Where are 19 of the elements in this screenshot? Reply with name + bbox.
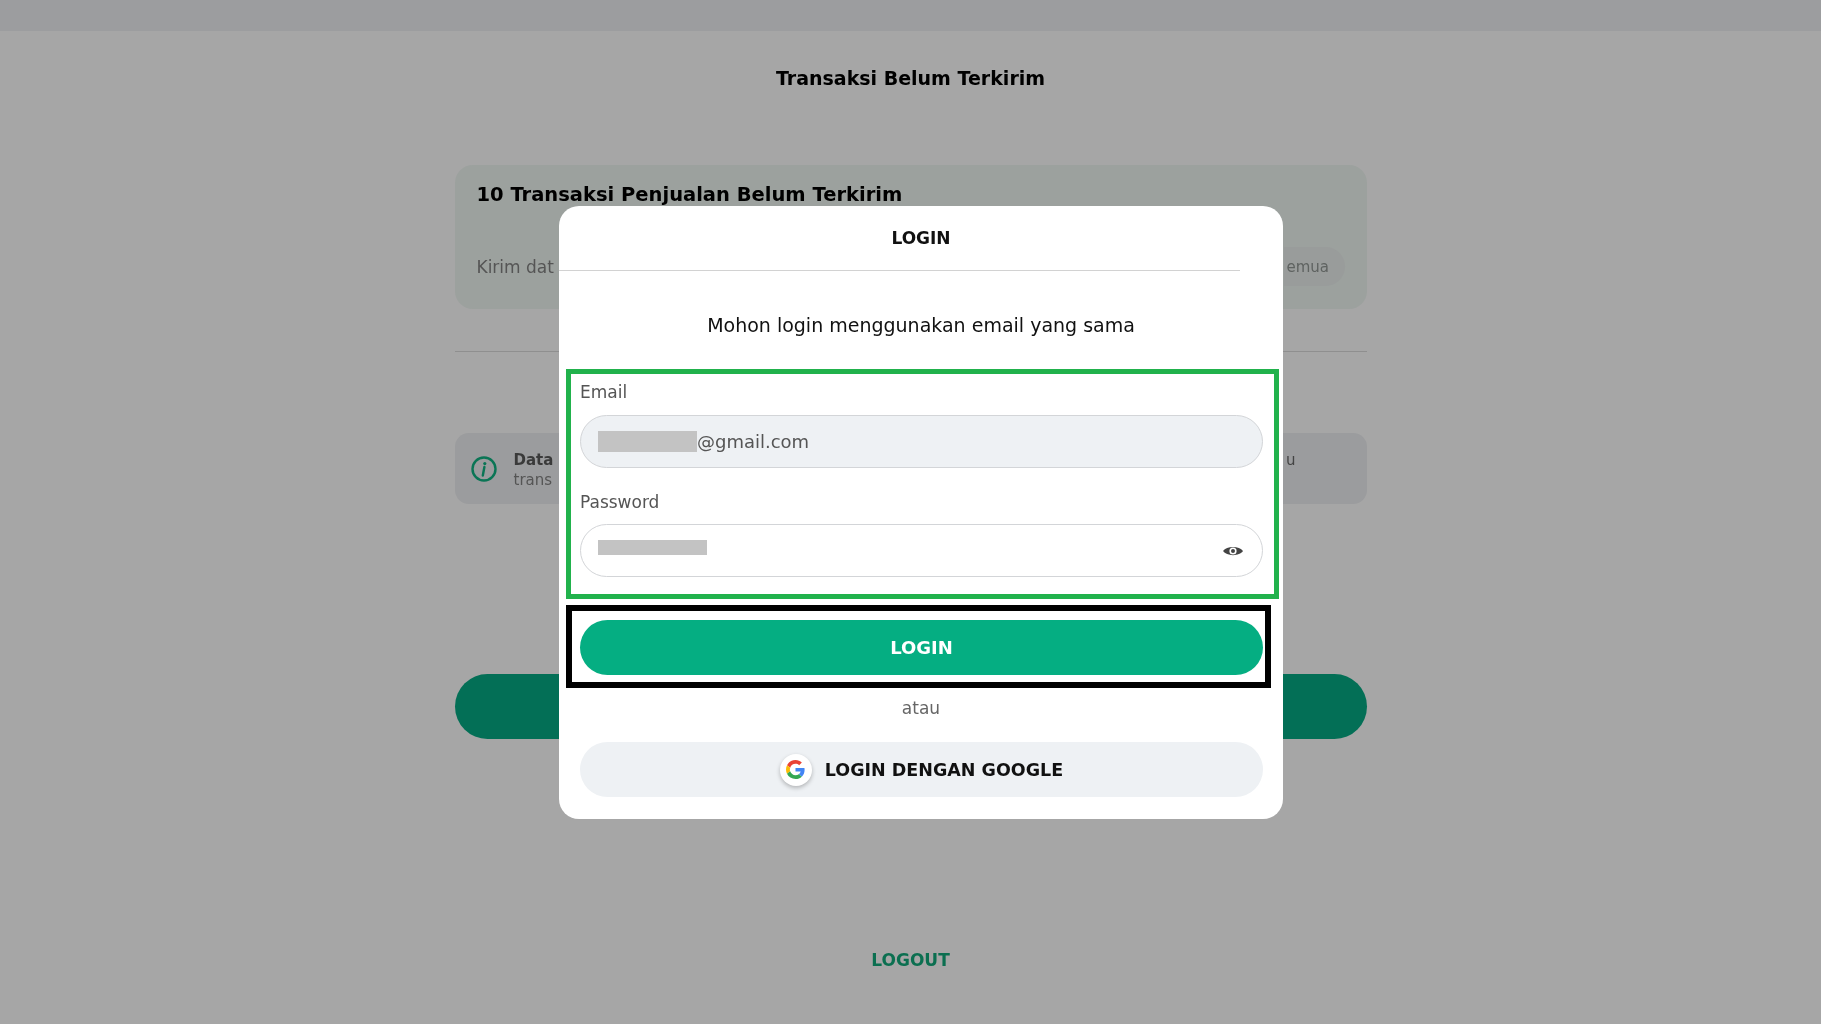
banner-text: trans — [513, 470, 554, 490]
field-label: Email — [580, 381, 628, 403]
card-title: 10 Transaksi Penjualan Belum Terkirim — [476, 184, 903, 206]
send-all-button[interactable]: emua — [1283, 247, 1345, 286]
info-icon — [470, 456, 497, 482]
card-description: Kirim dat — [476, 255, 554, 278]
banner-text: u — [1286, 450, 1296, 470]
separator-text: atau — [901, 697, 941, 719]
logout-link[interactable]: LOGOUT — [871, 949, 950, 971]
login-button[interactable]: LOGIN — [580, 620, 1263, 675]
password-field[interactable] — [580, 524, 1263, 577]
field-label: Password — [580, 491, 660, 513]
google-login-button[interactable]: LOGIN DENGAN GOOGLE — [580, 742, 1263, 797]
dialog-message: Mohon login menggunakan email yang sama — [707, 313, 1135, 337]
page-title: Transaksi Belum Terkirim — [775, 66, 1046, 91]
banner-title: Data — [513, 450, 554, 470]
dialog-title: LOGIN — [891, 227, 951, 249]
email-field[interactable]: @gmail.com — [580, 415, 1263, 468]
google-logo-icon — [779, 753, 812, 786]
